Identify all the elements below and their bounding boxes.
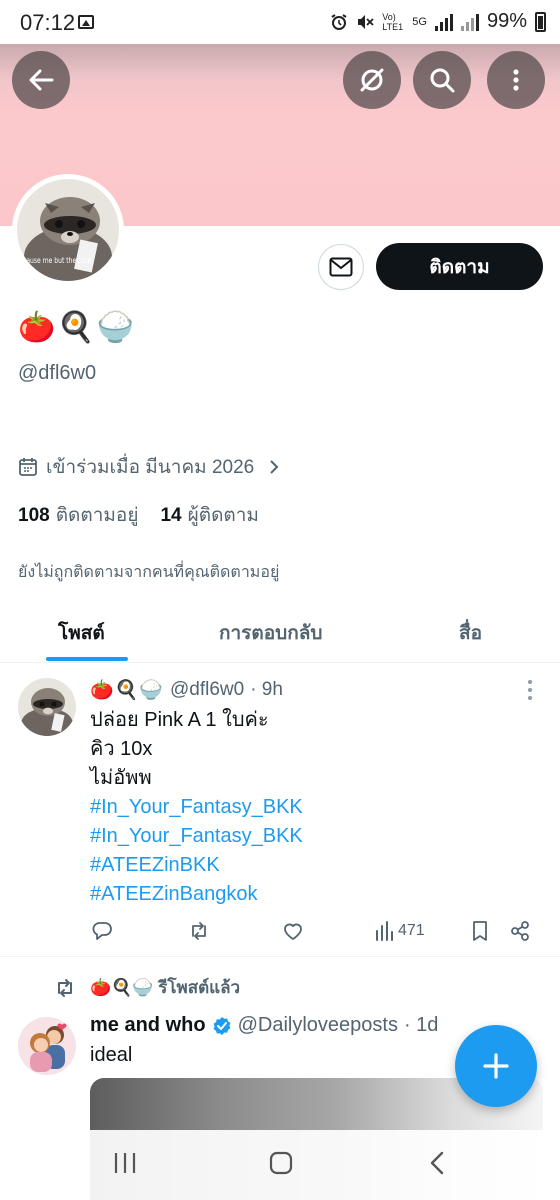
battery-percent: 99%	[486, 10, 527, 32]
repost-text: ideal	[90, 1044, 133, 1066]
repost-indicator: 🍅🍳🍚 รีโพสต์แล้ว	[54, 974, 240, 1001]
bookmark-icon	[473, 921, 487, 941]
post-handle[interactable]: @dfl6w0	[170, 679, 244, 701]
tab-media[interactable]: สื่อ	[459, 618, 482, 648]
hashtag-link[interactable]: #In_Your_Fantasy_BKK	[90, 822, 303, 851]
post-text: ปล่อย Pink A 1 ใบค่ะ คิว 10x ไม่อัพพ #In…	[90, 706, 303, 909]
following-count: 108	[18, 505, 50, 526]
post-line: คิว 10x	[90, 738, 153, 760]
raccoon-avatar-image: cause me but the fuck	[17, 179, 119, 281]
share-button[interactable]	[509, 918, 531, 944]
views-button[interactable]: 471	[374, 918, 425, 944]
repost-small-icon	[58, 978, 72, 997]
repost-author-handle[interactable]: @Dailyloveeposts	[238, 1014, 398, 1037]
active-tab-indicator	[46, 657, 128, 661]
like-button[interactable]	[282, 918, 304, 944]
grok-icon	[360, 68, 384, 92]
post-author[interactable]: 🍅🍳🍚	[90, 678, 164, 702]
repost-author-avatar[interactable]	[18, 1017, 76, 1075]
reply-button[interactable]	[91, 918, 113, 944]
network-label: Vo) LTE1	[382, 11, 404, 32]
arrow-left-icon	[29, 69, 54, 91]
follow-stats: 108 ติดตามอยู่ 14 ผู้ติดตาม	[18, 500, 259, 530]
repost-label[interactable]: 🍅🍳🍚 รีโพสต์แล้ว	[90, 974, 240, 1001]
not-followed-note: ยังไม่ถูกติดตามจากคนที่คุณติดตามอยู่	[18, 564, 280, 581]
search-icon	[430, 68, 455, 93]
signal-icon	[434, 13, 453, 31]
chevron-right-icon	[270, 460, 279, 474]
hashtag-link[interactable]: #ATEEZinBKK	[90, 851, 303, 880]
repost-time: · 1d	[403, 1014, 439, 1036]
message-button[interactable]	[318, 244, 364, 290]
verified-badge-icon	[213, 1016, 230, 1035]
post-line: ไม่อัพพ	[90, 767, 152, 789]
share-icon	[511, 921, 529, 941]
joined-label: เข้าร่วมเมื่อ มีนาคม 2026	[46, 457, 255, 478]
tab-posts[interactable]: โพสต์	[58, 618, 105, 648]
followers-label: ผู้ติดตาม	[187, 505, 259, 526]
following-link[interactable]: 108 ติดตามอยู่	[18, 500, 138, 530]
back-nav-icon[interactable]	[426, 1150, 450, 1176]
bookmark-button[interactable]	[469, 918, 491, 944]
home-icon[interactable]	[268, 1150, 294, 1176]
avatar-caption-1: cause me but the fuck	[23, 256, 91, 265]
display-name: 🍅🍳🍚	[18, 311, 137, 344]
envelope-icon	[329, 257, 353, 277]
hashtag-link[interactable]: #In_Your_Fantasy_BKK	[90, 793, 303, 822]
profile-handle: @dfl6w0	[18, 362, 97, 384]
post-time: · 9h	[250, 679, 283, 700]
calendar-icon	[19, 458, 37, 476]
followers-link[interactable]: 14 ผู้ติดตาม	[160, 500, 258, 530]
search-button[interactable]	[413, 51, 471, 109]
plus-icon	[483, 1053, 509, 1079]
more-button[interactable]	[487, 51, 545, 109]
post-more-button[interactable]	[520, 678, 540, 702]
views-count: 471	[398, 922, 425, 939]
back-button[interactable]	[12, 51, 70, 109]
status-bar: 07:12 Vo) LTE1 5G 99%	[0, 0, 560, 44]
repost-author-name[interactable]: me and who	[90, 1014, 206, 1037]
network-gen: 5G	[412, 15, 427, 28]
heart-icon	[284, 923, 302, 940]
views-chart-icon	[376, 921, 393, 941]
post-header: 🍅🍳🍚 @dfl6w0 · 9h	[90, 678, 283, 702]
recent-apps-icon[interactable]	[112, 1150, 138, 1176]
reply-icon	[92, 922, 112, 940]
hashtag-link[interactable]: #ATEEZinBangkok	[90, 880, 303, 909]
more-vertical-icon	[513, 69, 519, 91]
following-label: ติดตามอยู่	[55, 505, 139, 526]
followers-count: 14	[160, 505, 182, 526]
alarm-icon	[331, 13, 347, 30]
grok-button[interactable]	[343, 51, 401, 109]
signal2-icon	[460, 13, 479, 31]
profile-avatar[interactable]: cause me but the fuck	[12, 174, 124, 286]
gallery-icon	[78, 15, 94, 29]
battery-icon	[535, 11, 546, 32]
repost-header: me and who @Dailyloveeposts · 1d	[90, 1014, 438, 1037]
system-nav-bar	[0, 1130, 560, 1200]
couple-avatar-image	[18, 1017, 76, 1075]
tab-replies[interactable]: การตอบกลับ	[219, 618, 322, 648]
post-line: ปล่อย Pink A 1 ใบค่ะ	[90, 709, 269, 731]
joined-date[interactable]: เข้าร่วมเมื่อ มีนาคม 2026	[18, 452, 280, 482]
mute-icon	[358, 14, 374, 29]
repost-button[interactable]	[188, 918, 210, 944]
repost-icon	[192, 922, 206, 940]
raccoon-thumb-image	[18, 678, 76, 736]
follow-button[interactable]: ติดตาม	[376, 243, 543, 290]
profile-tabs: โพสต์ การตอบกลับ สื่อ	[0, 600, 560, 663]
compose-post-button[interactable]	[455, 1025, 537, 1107]
status-time: 07:12	[20, 10, 76, 35]
post-avatar[interactable]	[18, 678, 76, 736]
status-icons: Vo) LTE1 5G 99%	[330, 10, 546, 33]
post-divider	[0, 956, 560, 957]
